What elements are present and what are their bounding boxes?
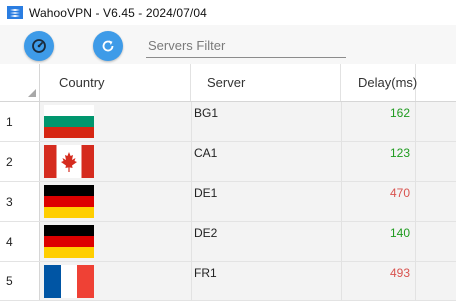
server-name: CA1 [194, 146, 218, 160]
server-name: DE2 [194, 226, 218, 240]
table-header: Country Server Delay(ms) [0, 64, 456, 102]
delay-value: 123 [389, 146, 410, 160]
server-name: FR1 [194, 266, 217, 280]
column-header-delay[interactable]: Delay(ms) [341, 64, 418, 101]
select-all-corner[interactable] [0, 64, 40, 101]
title-bar: WahooVPN - V6.45 - 2024/07/04 [0, 0, 456, 25]
server-name: BG1 [194, 106, 219, 120]
delay-value: 162 [389, 106, 410, 120]
canada-flag-icon [44, 145, 94, 178]
delay-value: 493 [389, 266, 410, 280]
speed-test-button[interactable] [24, 31, 54, 61]
column-divider [341, 102, 342, 301]
row-number: 2 [0, 142, 40, 181]
toolbar [0, 25, 456, 65]
column-header-server[interactable]: Server [191, 64, 341, 101]
column-header-label: Country [59, 75, 105, 90]
refresh-button[interactable] [93, 31, 123, 61]
column-header-country[interactable]: Country [40, 64, 191, 101]
refresh-icon [102, 40, 114, 52]
column-divider [191, 102, 192, 301]
table-row[interactable]: 5 FR1 493 [0, 262, 456, 301]
delay-value: 470 [389, 186, 410, 200]
servers-filter-input[interactable] [146, 35, 350, 55]
row-number: 4 [0, 222, 40, 261]
column-header-label: Server [207, 75, 246, 90]
corner-triangle-icon [28, 89, 36, 97]
delay-value: 140 [389, 226, 410, 240]
germany-flag-icon [44, 185, 94, 218]
table-row[interactable]: 4 DE2 140 [0, 222, 456, 262]
row-number: 5 [0, 262, 40, 300]
speedometer-icon [32, 39, 46, 53]
germany-flag-icon [44, 225, 94, 258]
bulgaria-flag-icon [44, 105, 94, 138]
column-header-label: Delay(ms) [358, 75, 418, 90]
france-flag-icon [44, 265, 94, 298]
window-title: WahooVPN - V6.45 - 2024/07/04 [29, 5, 207, 20]
row-number: 3 [0, 182, 40, 221]
table-row[interactable]: 2 CA1 123 [0, 142, 456, 182]
column-divider [415, 102, 416, 301]
servers-filter[interactable] [146, 35, 350, 58]
row-number: 1 [0, 102, 40, 141]
server-name: DE1 [194, 186, 218, 200]
table-row[interactable]: 1 BG1 162 [0, 102, 456, 142]
table-row[interactable]: 3 DE1 470 [0, 182, 456, 222]
app-logo-icon [7, 6, 23, 20]
servers-table: Country Server Delay(ms) 1 BG1 162 2 CA1… [0, 64, 456, 301]
